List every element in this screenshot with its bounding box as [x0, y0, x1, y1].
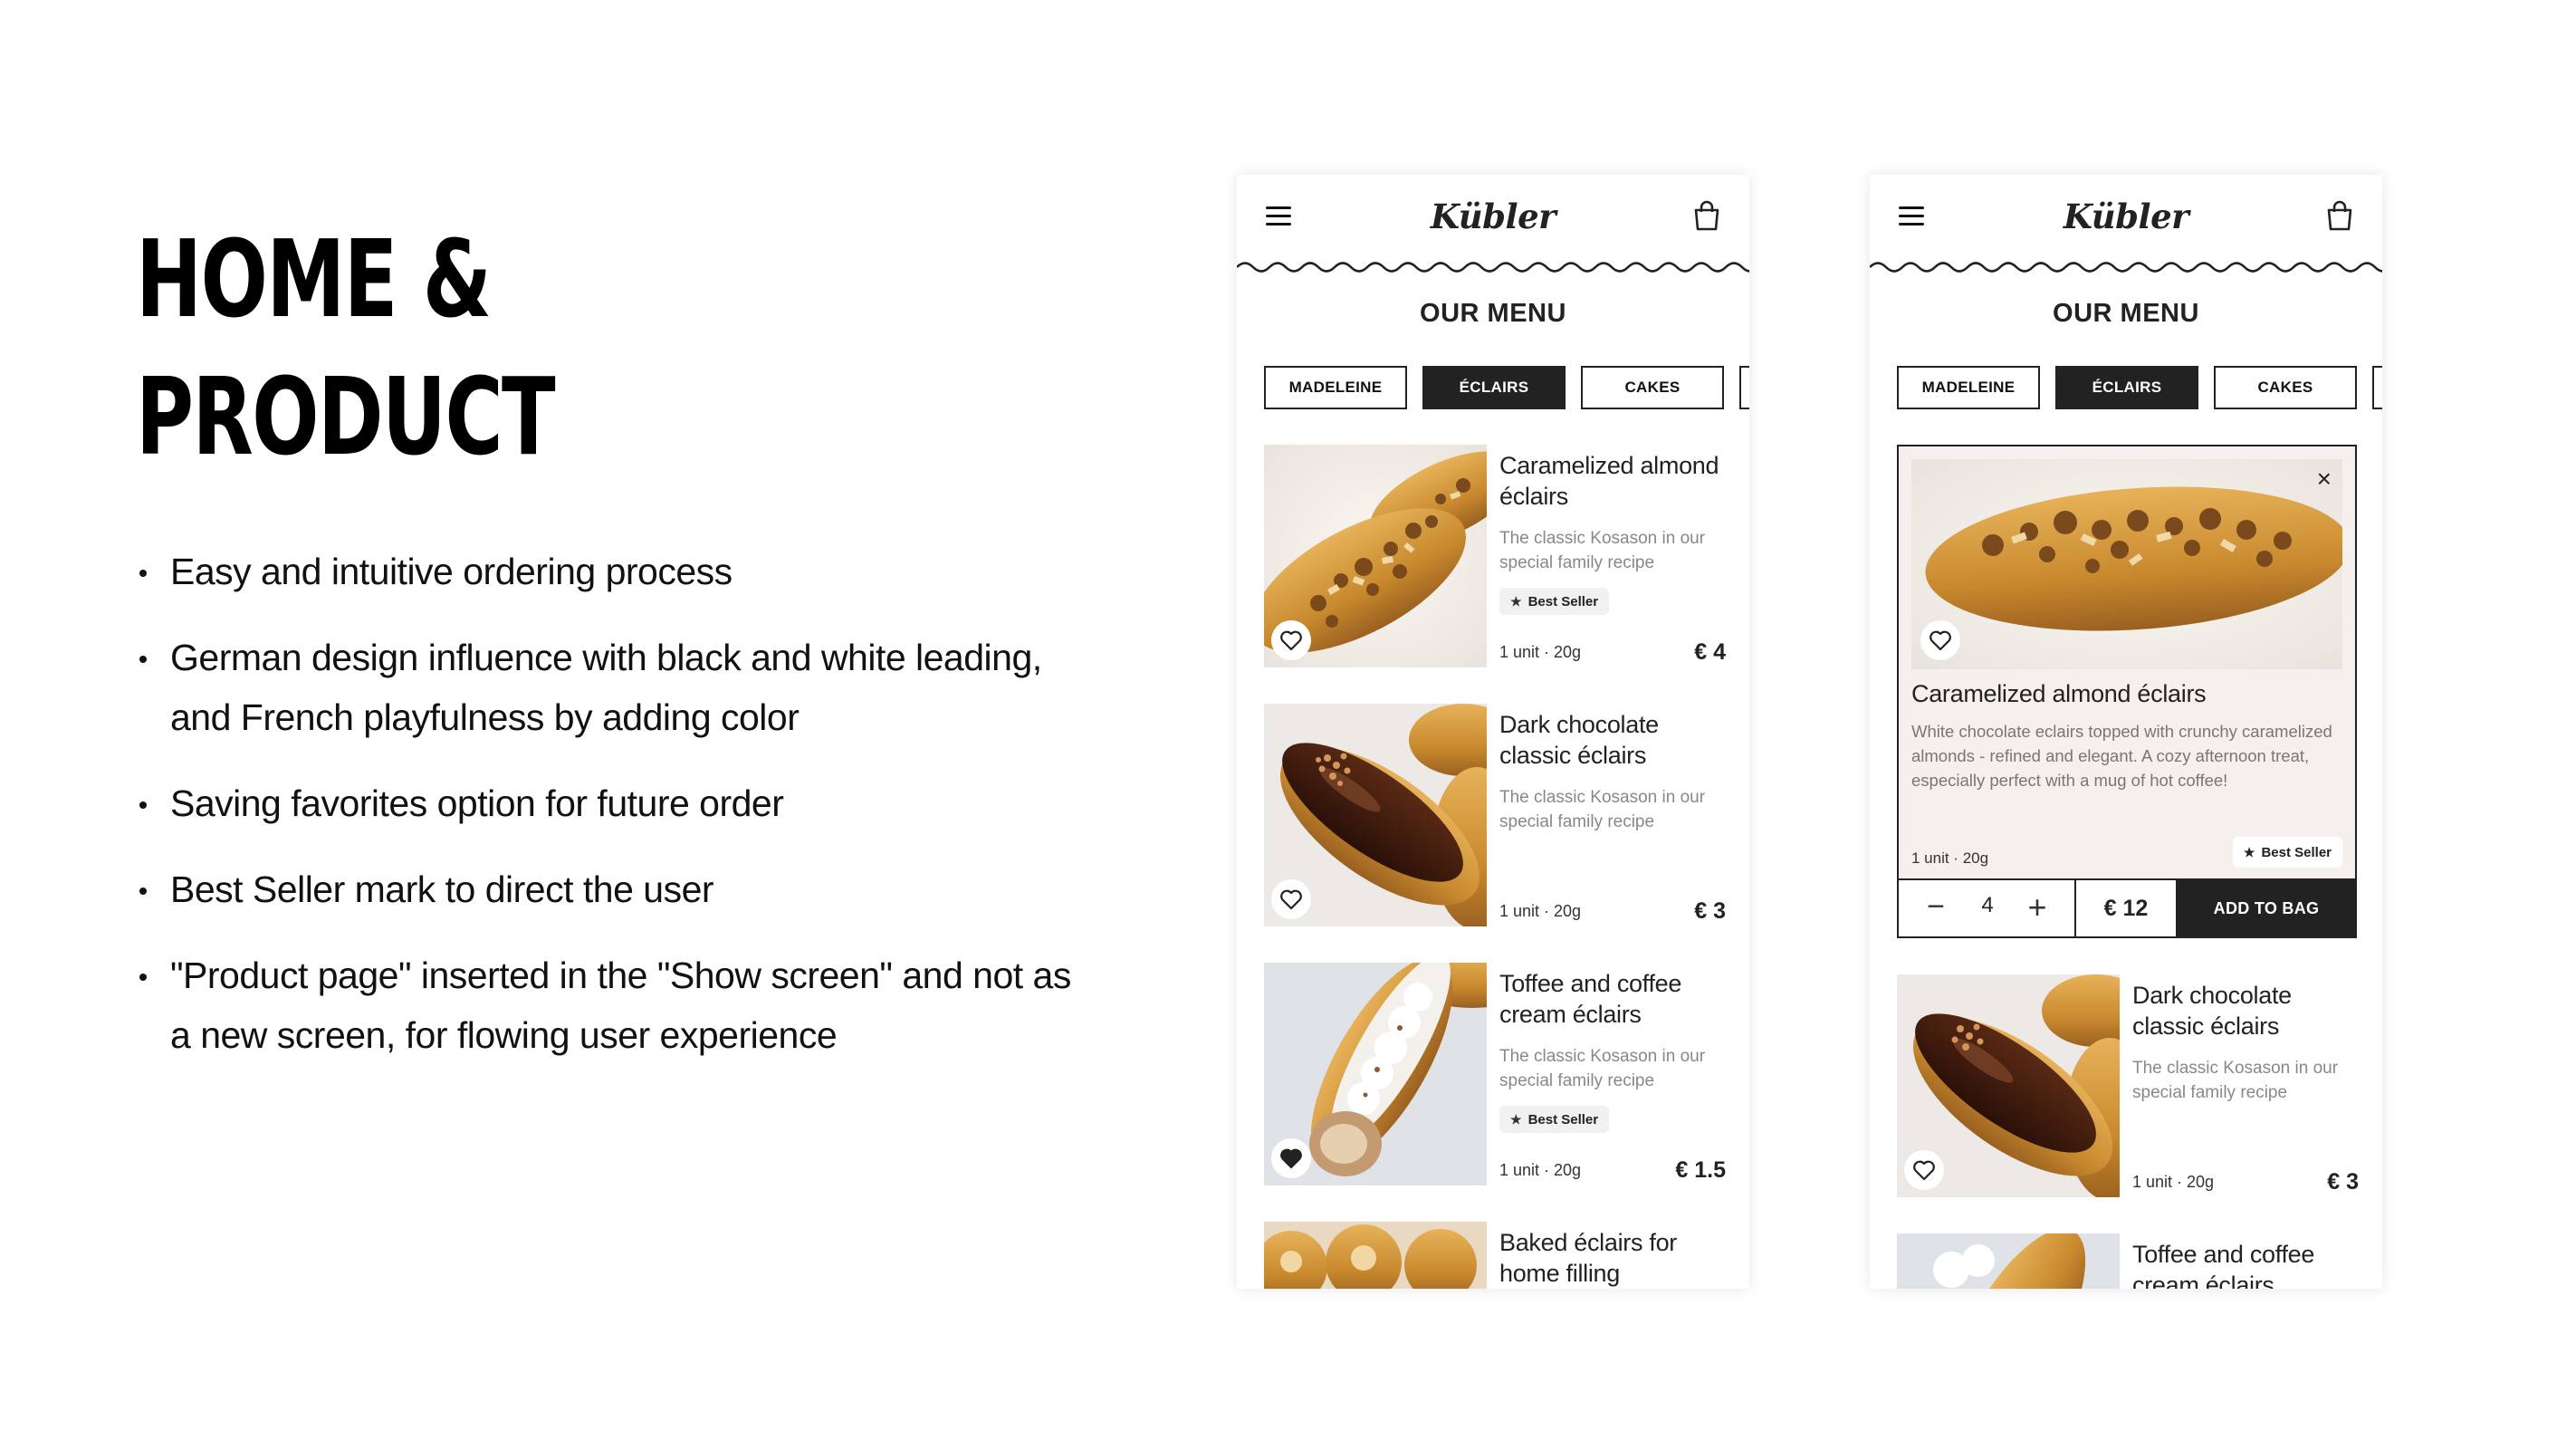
- best-seller-badge: ★ Best Seller: [1499, 1106, 1610, 1133]
- product-price: € 3: [2327, 1169, 2359, 1195]
- quantity-value: 4: [1981, 893, 1994, 917]
- product-description: The classic Kosason in our special famil…: [1499, 788, 1706, 831]
- order-bar: − 4 + € 12 ADD TO BAG: [1899, 878, 2355, 936]
- tab-cakes[interactable]: CAKES: [1581, 366, 1724, 409]
- product-image[interactable]: [1264, 963, 1487, 1185]
- product-price: € 1.5: [1675, 1157, 1726, 1183]
- best-seller-badge: ★ Best Seller: [2232, 837, 2342, 868]
- product-description: The classic Kosason in our special famil…: [2132, 1059, 2339, 1102]
- product-image[interactable]: [1264, 445, 1487, 667]
- badge-label: Best Seller: [2261, 844, 2332, 860]
- product-card[interactable]: Toffee and coffee cream éclairs: [1897, 1233, 2359, 1289]
- wavy-divider: [1870, 262, 2382, 273]
- expanded-product-card: × Caramelized almond éclairs White choco…: [1897, 445, 2357, 938]
- badge-label: Best Seller: [1527, 593, 1599, 609]
- product-card[interactable]: Toffee and coffee cream éclairs The clas…: [1264, 963, 1726, 1185]
- product-image[interactable]: [1897, 974, 2120, 1197]
- product-description: The classic Kosason in our special famil…: [1499, 1047, 1706, 1090]
- product-name: Caramelized almond éclairs: [1499, 452, 1719, 510]
- favorite-toggle[interactable]: [1920, 620, 1960, 660]
- product-description: The classic Kosason in our special famil…: [1499, 529, 1706, 572]
- slide-title-line1: HOME &: [136, 216, 492, 341]
- product-name: Baked éclairs for home filling: [1499, 1229, 1677, 1287]
- product-name: Dark chocolate classic éclairs: [2132, 982, 2292, 1040]
- favorite-toggle[interactable]: [1904, 1150, 1944, 1190]
- wavy-divider: [1237, 262, 1749, 273]
- product-meta: 1 unit · 20g: [1911, 849, 1989, 867]
- best-seller-badge: ★ Best Seller: [1499, 588, 1610, 615]
- increase-quantity-button[interactable]: +: [2022, 891, 2053, 924]
- section-title: OUR MENU: [1420, 299, 1566, 328]
- section-title: OUR MENU: [2053, 299, 2199, 328]
- feature-list: Easy and intuitive ordering process Germ…: [136, 542, 1087, 1091]
- heart-filled-icon: [1280, 1148, 1302, 1169]
- badge-label: Best Seller: [1527, 1111, 1599, 1128]
- product-image[interactable]: [1264, 1222, 1487, 1289]
- heart-icon: [1913, 1160, 1935, 1181]
- product-meta: 1 unit · 20g: [2132, 1173, 2215, 1191]
- product-price: € 4: [1694, 639, 1726, 665]
- shopping-bag-icon[interactable]: [2324, 199, 2355, 232]
- feature-item: Saving favorites option for future order: [136, 773, 1087, 833]
- feature-item: "Product page" inserted in the "Show scr…: [136, 945, 1087, 1065]
- app-header: Kübler: [1870, 175, 2382, 274]
- feature-item: Best Seller mark to direct the user: [136, 859, 1087, 919]
- brand-logo[interactable]: Kübler: [1870, 197, 2382, 236]
- feature-item: German design influence with black and w…: [136, 628, 1087, 747]
- brand-logo[interactable]: Kübler: [1237, 197, 1749, 236]
- favorite-toggle[interactable]: [1271, 1138, 1311, 1178]
- tab-next[interactable]: [1739, 366, 1749, 409]
- heart-icon: [1930, 630, 1951, 651]
- product-name: Dark chocolate classic éclairs: [1499, 711, 1659, 769]
- phone-screen-product-expanded: Kübler OUR MENU MADELEINE ÉCLAIRS CAKES: [1870, 175, 2382, 1289]
- slide-title-line2: PRODUCT: [136, 354, 556, 479]
- app-header: Kübler: [1237, 175, 1749, 274]
- close-icon[interactable]: ×: [2317, 465, 2332, 494]
- category-tabs: MADELEINE ÉCLAIRS CAKES: [1264, 366, 1749, 411]
- product-image: ×: [1911, 459, 2342, 669]
- tab-madeleine[interactable]: MADELEINE: [1897, 366, 2040, 409]
- product-meta: 1 unit · 20g: [1499, 643, 1582, 661]
- product-image[interactable]: [1897, 1233, 2120, 1289]
- product-price: € 3: [1694, 898, 1726, 924]
- favorite-toggle[interactable]: [1271, 879, 1311, 919]
- quantity-stepper: − 4 +: [1899, 880, 2076, 936]
- product-name: Toffee and coffee cream éclairs: [2132, 1241, 2315, 1289]
- product-card[interactable]: Dark chocolate classic éclairs The class…: [1264, 704, 1726, 926]
- tab-eclairs[interactable]: ÉCLAIRS: [2055, 366, 2198, 409]
- total-price: € 12: [2076, 880, 2178, 936]
- favorite-toggle[interactable]: [1271, 620, 1311, 660]
- product-card[interactable]: Caramelized almond éclairs The classic K…: [1264, 445, 1726, 667]
- product-description: White chocolate eclairs topped with crun…: [1911, 722, 2332, 790]
- star-icon: ★: [1510, 593, 1522, 609]
- product-meta: 1 unit · 20g: [1499, 1161, 1582, 1179]
- product-name: Toffee and coffee cream éclairs: [1499, 970, 1682, 1028]
- product-card[interactable]: Dark chocolate classic éclairs The class…: [1897, 974, 2359, 1197]
- feature-item: Easy and intuitive ordering process: [136, 542, 1087, 601]
- slide-title: HOME & PRODUCT: [136, 210, 556, 485]
- tab-next[interactable]: [2372, 366, 2382, 409]
- shopping-bag-icon[interactable]: [1691, 199, 1722, 232]
- product-meta: 1 unit · 20g: [1499, 902, 1582, 920]
- tab-eclairs[interactable]: ÉCLAIRS: [1422, 366, 1566, 409]
- product-image[interactable]: [1264, 704, 1487, 926]
- decrease-quantity-button[interactable]: −: [1920, 891, 1951, 924]
- phone-screen-menu: Kübler OUR MENU MADELEINE ÉCLAIRS CAKES: [1237, 175, 1749, 1289]
- star-icon: ★: [2243, 844, 2255, 859]
- add-to-bag-button[interactable]: ADD TO BAG: [2178, 880, 2355, 936]
- heart-icon: [1280, 889, 1302, 910]
- tab-madeleine[interactable]: MADELEINE: [1264, 366, 1407, 409]
- product-card[interactable]: Baked éclairs for home filling: [1264, 1222, 1726, 1289]
- heart-icon: [1280, 630, 1302, 651]
- tab-cakes[interactable]: CAKES: [2214, 366, 2357, 409]
- star-icon: ★: [1510, 1111, 1522, 1127]
- product-name: Caramelized almond éclairs: [1911, 680, 2207, 707]
- category-tabs: MADELEINE ÉCLAIRS CAKES: [1897, 366, 2382, 411]
